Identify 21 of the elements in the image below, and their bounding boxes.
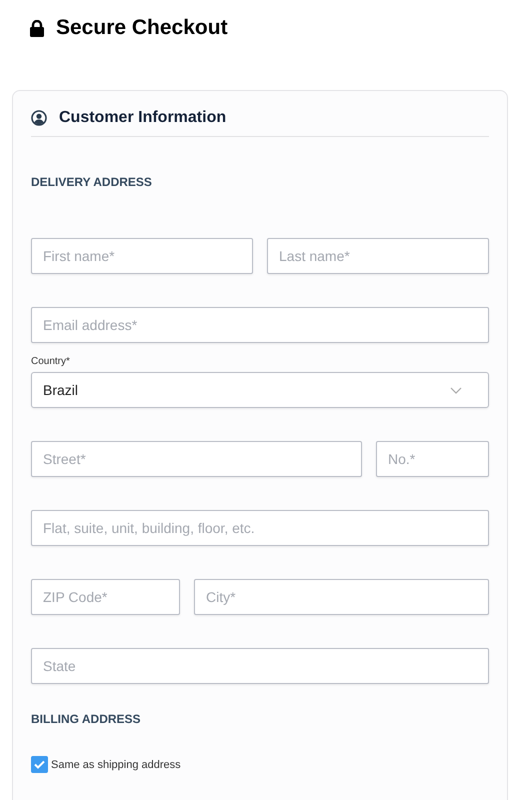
text-field[interactable]: Email address* [31,307,489,343]
section-heading: DELIVERY ADDRESS [31,175,153,189]
text-field[interactable]: Last name* [267,238,489,274]
section-heading: BILLING ADDRESS [31,712,142,726]
text-field[interactable]: ZIP Code* [31,579,180,615]
lock-icon [30,20,44,36]
checkbox[interactable] [31,756,48,773]
text-field[interactable]: Flat, suite, unit, building, floor, etc. [31,510,489,546]
card-title: Customer Information [59,109,226,127]
checkmark-icon [34,760,45,769]
page-title: Secure Checkout [56,16,228,40]
field-label: Country* [31,356,71,367]
text-field[interactable]: State [31,648,489,684]
text-field[interactable]: City* [194,579,489,615]
user-icon [31,110,47,126]
text-field[interactable]: Street* [31,441,362,477]
country-select[interactable]: Brazil [31,372,489,408]
text-field[interactable]: No.* [376,441,489,477]
checkbox-label: Same as shipping address [51,758,181,770]
text-field[interactable]: First name* [31,238,253,274]
chevron-down-icon [450,386,462,394]
